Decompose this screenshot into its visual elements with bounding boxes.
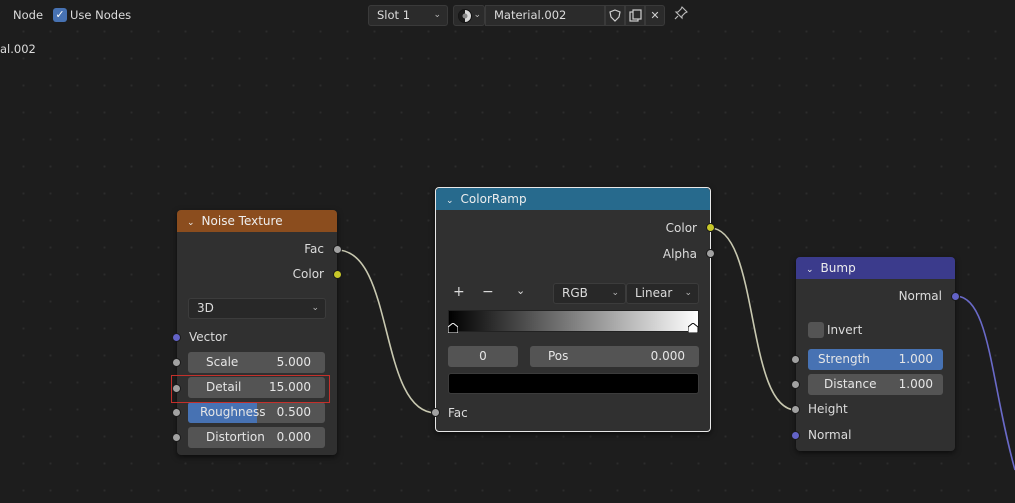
chevron-down-icon: ⌄ <box>684 288 692 298</box>
roughness-field[interactable]: Roughness 0.500 <box>188 402 325 423</box>
scale-label: Scale <box>206 355 239 369</box>
distortion-field[interactable]: Distortion 0.000 <box>188 427 325 448</box>
distance-field[interactable]: Distance 1.000 <box>808 374 943 395</box>
remove-stop-button[interactable]: − <box>482 284 494 300</box>
socket-output-color[interactable] <box>333 270 342 279</box>
pos-label: Pos <box>548 349 569 363</box>
chevron-down-icon: ⌄ <box>187 218 195 228</box>
chevron-down-icon: ⌄ <box>516 284 526 297</box>
minus-icon: − <box>482 284 494 300</box>
strength-value: 1.000 <box>898 352 933 366</box>
socket-input-vector[interactable] <box>172 333 181 342</box>
input-height-label: Height <box>808 402 848 416</box>
socket-input-roughness[interactable] <box>172 408 181 417</box>
socket-input-distortion[interactable] <box>172 433 181 442</box>
colorramp-node[interactable]: ⌄ ColorRamp Color Alpha + − ⌄ RGB ⌄ Linea… <box>435 187 711 432</box>
color-ramp-gradient[interactable] <box>448 310 699 332</box>
strength-field[interactable]: Strength 1.000 <box>808 349 943 370</box>
bump-header[interactable]: ⌄ Bump <box>796 257 955 279</box>
color-stop-white-marker[interactable] <box>688 323 698 333</box>
distortion-value: 0.000 <box>276 430 311 444</box>
interpolation-value: Linear <box>635 286 673 300</box>
plus-icon: + <box>453 284 465 300</box>
socket-input-distance[interactable] <box>791 380 800 389</box>
distortion-label: Distortion <box>206 430 265 444</box>
stop-position-field[interactable]: Pos 0.000 <box>530 346 699 367</box>
socket-input-strength[interactable] <box>791 355 800 364</box>
roughness-value: 0.500 <box>276 405 311 419</box>
add-stop-button[interactable]: + <box>453 284 465 300</box>
input-vector-label: Vector <box>189 330 228 344</box>
roughness-label: Roughness <box>200 405 266 419</box>
scale-field[interactable]: Scale 5.000 <box>188 352 325 373</box>
colorramp-title: ColorRamp <box>460 192 527 206</box>
noise-texture-header[interactable]: ⌄ Noise Texture <box>177 210 337 232</box>
output-normal-label: Normal <box>898 289 942 303</box>
active-stop-index-field[interactable]: 0 <box>448 346 518 367</box>
socket-output-normal[interactable] <box>951 292 960 301</box>
strength-label: Strength <box>818 352 870 366</box>
output-fac-label: Fac <box>304 242 324 256</box>
socket-input-scale[interactable] <box>172 358 181 367</box>
input-fac-label: Fac <box>448 406 468 420</box>
bump-node[interactable]: ⌄ Bump Normal Invert Strength 1.000 Dista… <box>796 257 955 451</box>
dimension-select[interactable]: 3D ⌄ <box>188 298 326 319</box>
socket-input-fac[interactable] <box>431 408 440 417</box>
link-color-to-height <box>709 227 797 411</box>
detail-highlight-box <box>171 375 330 403</box>
scale-value: 5.000 <box>276 355 311 369</box>
color-mode-select[interactable]: RGB ⌄ <box>553 283 626 304</box>
socket-input-detail[interactable] <box>172 384 181 393</box>
socket-output-alpha[interactable] <box>706 249 715 258</box>
output-color-label: Color <box>665 221 697 235</box>
dimension-value: 3D <box>197 301 214 315</box>
noise-texture-node[interactable]: ⌄ Noise Texture Fac Color 3D ⌄ Vector Sca… <box>177 210 337 455</box>
invert-checkbox[interactable] <box>808 322 824 338</box>
noise-texture-title: Noise Texture <box>201 214 283 228</box>
distance-label: Distance <box>824 377 877 391</box>
interpolation-select[interactable]: Linear ⌄ <box>626 283 699 304</box>
output-color-label: Color <box>292 267 324 281</box>
link-normal-out <box>954 295 1015 471</box>
distance-value: 1.000 <box>898 377 933 391</box>
bump-title: Bump <box>820 261 856 275</box>
stop-color-swatch[interactable] <box>448 373 699 394</box>
socket-input-height[interactable] <box>791 405 800 414</box>
chevron-down-icon: ⌄ <box>611 288 619 298</box>
ramp-menu-button[interactable]: ⌄ <box>516 284 525 297</box>
link-fac-to-colorramp <box>336 249 437 414</box>
color-mode-value: RGB <box>562 286 588 300</box>
pos-value: 0.000 <box>650 349 685 363</box>
colorramp-header[interactable]: ⌄ ColorRamp <box>436 188 710 210</box>
socket-output-color[interactable] <box>706 223 715 232</box>
color-stop-black-marker[interactable] <box>448 323 458 333</box>
socket-output-fac[interactable] <box>333 245 342 254</box>
invert-label: Invert <box>827 323 863 337</box>
active-stop-index: 0 <box>479 349 487 363</box>
input-normal-label: Normal <box>808 428 852 442</box>
chevron-down-icon: ⌄ <box>311 303 319 313</box>
chevron-down-icon: ⌄ <box>806 265 814 275</box>
output-alpha-label: Alpha <box>662 247 697 261</box>
socket-input-normal[interactable] <box>791 431 800 440</box>
chevron-down-icon: ⌄ <box>446 196 454 206</box>
